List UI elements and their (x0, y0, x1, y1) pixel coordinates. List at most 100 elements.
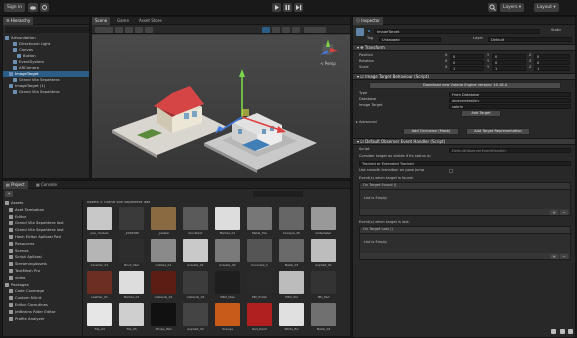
cloud-button[interactable] (28, 3, 38, 12)
audio-toggle[interactable] (135, 26, 143, 33)
rotation-z-field[interactable]: 0 (534, 59, 570, 65)
asset-tile[interactable]: Metal_03 (279, 239, 304, 269)
static-label[interactable]: Static (551, 28, 561, 33)
object-name-input[interactable]: ImageTarget (374, 28, 540, 34)
asset-tile[interactable]: MD2_tiles (215, 271, 240, 301)
collab-icon[interactable] (560, 329, 565, 334)
layer-dropdown[interactable]: Default (488, 36, 572, 42)
project-folder-item[interactable]: Scenes (3, 248, 82, 254)
transform-header[interactable]: ▾ ✥ Transform (353, 44, 575, 51)
add-found-event-button[interactable]: + (550, 210, 558, 215)
account-button[interactable]: Sign in (4, 3, 25, 12)
persp-label[interactable]: < Persp (320, 61, 336, 66)
hierarchy-item[interactable]: Button (3, 53, 89, 59)
asset-tile[interactable]: material_01 (151, 271, 176, 301)
asset-tile[interactable]: Granite_02 (215, 239, 240, 269)
hierarchy-item[interactable]: Directional Light (3, 41, 89, 47)
tab-project[interactable]: ▤ Project (3, 181, 28, 189)
hierarchy-item[interactable]: ImageTarget (1) (3, 83, 89, 89)
grid-toggle[interactable] (282, 26, 290, 33)
asset-tile[interactable]: Tile_04 (87, 303, 112, 333)
project-folder-item[interactable]: Resources (3, 241, 82, 247)
consider-dropdown[interactable]: Tracked or Extended Tracked (359, 160, 571, 166)
asset-tile[interactable]: MD2_Pol (279, 271, 304, 301)
asset-tile[interactable]: Brick_Wal (119, 239, 144, 269)
image-target-behaviour-header[interactable]: ▾ ☑ Image Target Behaviour (Script) (353, 73, 575, 80)
settings-button[interactable] (40, 3, 49, 12)
remove-found-event-button[interactable]: − (560, 210, 568, 215)
script-field[interactable]: DefaultObserverEventHandler (449, 147, 571, 153)
add-target-representation-button[interactable]: Add Target Representation (466, 128, 530, 135)
scene-search-input[interactable] (304, 26, 326, 33)
active-checkbox[interactable] (367, 29, 371, 33)
scale-y-field[interactable]: 1 (492, 65, 526, 71)
asset-tile[interactable]: Tile_05 (119, 303, 144, 333)
rotation-y-field[interactable]: 0 (492, 59, 526, 65)
asset-tile[interactable]: Asphalt_01 (311, 239, 336, 269)
position-z-field[interactable]: 0 (534, 53, 570, 59)
image-target-dropdown[interactable]: sabrin (449, 103, 571, 109)
hierarchy-item[interactable]: Grand Vila Sepahtera (3, 89, 89, 95)
position-x-field[interactable]: 0 (450, 53, 484, 59)
add-target-button[interactable]: Add Target (461, 110, 501, 117)
tab-game[interactable]: Game (114, 17, 132, 25)
project-folder-item[interactable]: video (3, 275, 82, 281)
hierarchy-search-input[interactable] (5, 27, 89, 33)
type-dropdown[interactable]: From Database (449, 91, 571, 97)
play-button[interactable] (272, 3, 281, 12)
tab-asset-store[interactable]: Asset Store (136, 17, 165, 25)
asset-tile[interactable]: Granite_01 (183, 239, 208, 269)
asset-tile[interactable]: Cobble_01 (151, 239, 176, 269)
asset-tile[interactable]: MD_Pad (311, 271, 336, 301)
rotation-x-field[interactable]: 0 (450, 59, 484, 65)
asset-tile[interactable]: _1008286 (119, 207, 144, 237)
asset-tile[interactable]: Metal_04 (311, 303, 336, 333)
project-folder-item[interactable]: Editor (3, 214, 82, 220)
project-folder-item[interactable]: StreamingAssets (3, 261, 82, 267)
tab-scene[interactable]: Scene (92, 17, 111, 25)
asset-tile[interactable]: White_Bri (279, 303, 304, 333)
remove-lost-event-button[interactable]: − (560, 254, 568, 259)
asset-tile[interactable]: Campos_Pb (279, 207, 304, 237)
camera-toggle[interactable] (272, 26, 280, 33)
layout-dropdown[interactable]: Layout ▾ (534, 3, 559, 12)
hierarchy-item[interactable]: EventSystem (3, 59, 89, 65)
scene-viewport[interactable]: < Persp (92, 35, 351, 179)
add-lost-event-button[interactable]: + (550, 254, 558, 259)
scale-x-field[interactable]: 1 (450, 65, 484, 71)
add-occlusion-button[interactable]: Add Occlusion (Mask) (403, 128, 459, 135)
asset-tile[interactable]: Marble_02 (119, 271, 144, 301)
hierarchy-item[interactable]: Grand Vila Sepahtera (3, 77, 89, 83)
tab-inspector[interactable]: ⓘ Inspector (353, 17, 383, 25)
step-button[interactable] (294, 3, 303, 12)
asset-tile[interactable]: Asphalt_02 (183, 303, 208, 333)
asset-tile[interactable]: blocktext (183, 207, 208, 237)
project-folder-item[interactable]: JetBrains Rider Editor (3, 309, 82, 315)
asset-tile[interactable]: MD_Polish (247, 271, 272, 301)
project-folder-item[interactable]: Editor Coroutines (3, 302, 82, 308)
create-button[interactable]: + (5, 191, 13, 197)
project-folder-item[interactable]: Grand Vila Sepahtera last (3, 220, 82, 226)
hierarchy-item[interactable]: Arfoundation (3, 35, 89, 41)
download-vuforia-button[interactable]: Download new Vuforia Engine version: 10.… (369, 82, 561, 89)
project-breadcrumb[interactable]: Assets > Grand Vila Sepahtera last (87, 201, 337, 205)
pause-button[interactable] (283, 3, 292, 12)
project-search-input[interactable] (253, 191, 303, 197)
asset-tile[interactable]: Metal_Tile (247, 207, 272, 237)
asset-tile[interactable]: Orange (215, 303, 240, 333)
asset-tile[interactable]: _plaster (151, 207, 176, 237)
asset-tile[interactable]: Stripe_Wal (151, 303, 176, 333)
asset-tile[interactable]: material_02 (183, 271, 208, 301)
asset-tile[interactable]: Concrete_1 (247, 239, 272, 269)
project-folder-item[interactable]: TextMesh Pro (3, 268, 82, 274)
project-folder-item[interactable]: Script Aplikasi (3, 254, 82, 260)
notification-icon[interactable] (551, 329, 556, 334)
scale-z-field[interactable]: 1 (534, 65, 570, 71)
project-folder-item[interactable]: Assets (3, 200, 82, 206)
smooth-transition-checkbox[interactable] (449, 169, 453, 173)
hierarchy-item[interactable]: Canvas (3, 47, 89, 53)
database-dropdown[interactable]: aipecendestiny (449, 97, 571, 103)
hierarchy-item[interactable]: ImageTarget (3, 71, 89, 77)
settings-icon[interactable] (568, 329, 573, 334)
gizmo-toggle[interactable] (262, 26, 270, 33)
